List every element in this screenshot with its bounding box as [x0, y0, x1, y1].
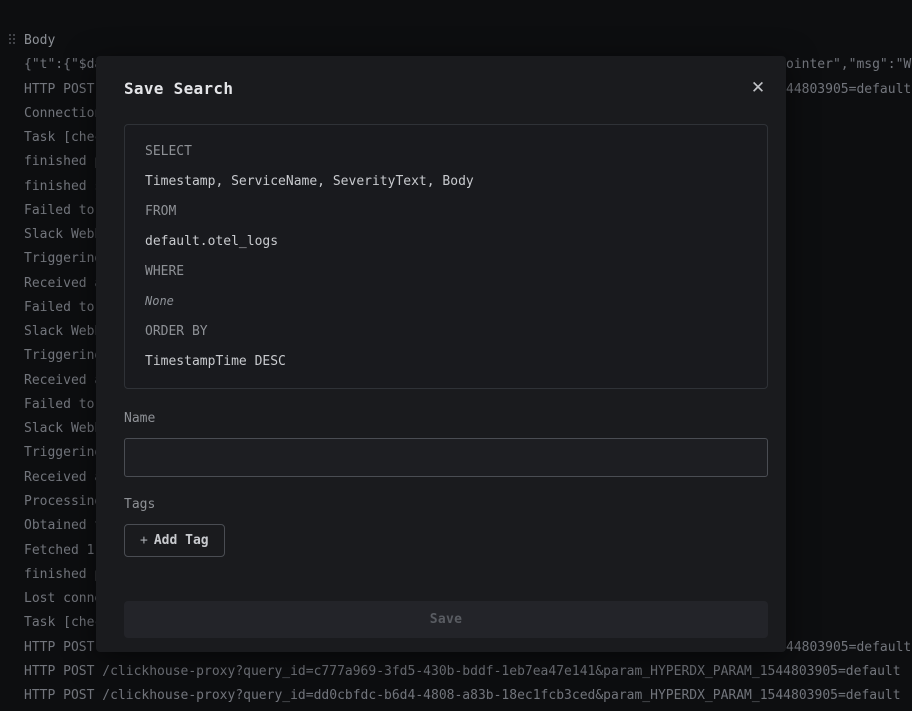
log-row[interactable]: HTTP POST /clickhouse-proxy?query_id=c77… — [0, 664, 912, 679]
log-row-text: HTTP POST — [24, 82, 102, 97]
add-tag-label: Add Tag — [154, 533, 209, 548]
save-button[interactable]: Save — [124, 601, 768, 638]
log-row-text: Received a — [24, 276, 102, 291]
log-row-text: Obtained t — [24, 518, 102, 533]
log-row-text: Failed to — [24, 203, 102, 218]
log-row-text: Received a — [24, 373, 102, 388]
log-row-text: Connection — [24, 106, 102, 121]
log-row-text-continued: ointer","msg":"W — [786, 57, 911, 72]
query-clause-value: TimestampTime DESC — [145, 355, 747, 368]
query-preview: SELECT Timestamp, ServiceName, SeverityTe… — [124, 124, 768, 389]
query-clause-value: Timestamp, ServiceName, SeverityText, Bo… — [145, 175, 747, 188]
log-row-text: Triggering — [24, 348, 102, 363]
query-clause-label: SELECT — [145, 145, 747, 158]
log-row-text: HTTP POST /clickhouse-proxy?query_id=dd0… — [24, 688, 901, 703]
query-clause-value: None — [145, 295, 747, 308]
log-row-text: Task [chec — [24, 130, 102, 145]
log-row-text: finished p — [24, 154, 102, 169]
name-label: Name — [124, 412, 155, 426]
log-row-text: Slack Webh — [24, 227, 102, 242]
log-row-text: HTTP POST /clickhouse-proxy?query_id=c77… — [24, 664, 901, 679]
log-row-text: Failed to — [24, 397, 102, 412]
plus-icon: + — [140, 533, 148, 548]
modal-title: Save Search — [124, 79, 233, 98]
log-row-text: Slack Webh — [24, 324, 102, 339]
log-row-text-continued: 44803905=default — [786, 640, 911, 655]
log-row-text: Triggering — [24, 445, 102, 460]
log-row-text: HTTP POST — [24, 640, 102, 655]
tags-label: Tags — [124, 498, 155, 512]
log-row-text-continued: 44803905=default — [786, 82, 911, 97]
add-tag-button[interactable]: + Add Tag — [124, 524, 225, 557]
log-row-text: finished s — [24, 179, 102, 194]
log-row-text: Processing — [24, 494, 102, 509]
query-clause-value: default.otel_logs — [145, 235, 747, 248]
query-clause-label: FROM — [145, 205, 747, 218]
log-row-text: finished p — [24, 567, 102, 582]
log-row-text: Lost conne — [24, 591, 102, 606]
save-search-modal: Save Search ✕ SELECT Timestamp, ServiceNa… — [96, 56, 786, 652]
name-input[interactable] — [124, 438, 768, 477]
close-icon[interactable]: ✕ — [742, 72, 774, 104]
log-row-text: Slack Webh — [24, 421, 102, 436]
log-row-text: Failed to — [24, 300, 102, 315]
log-row-text: Fetched 1 — [24, 543, 102, 558]
query-clause-label: ORDER BY — [145, 325, 747, 338]
log-row-text: Task [chec — [24, 615, 102, 630]
log-search-page: Body {"t":{"$daointer","msg":"WHTTP POST… — [0, 0, 912, 711]
log-row[interactable]: HTTP POST /clickhouse-proxy?query_id=dd0… — [0, 688, 912, 703]
log-row-text: Triggering — [24, 251, 102, 266]
log-row-text: Received a — [24, 470, 102, 485]
log-row-text: {"t":{"$da — [24, 57, 102, 72]
query-clause-label: WHERE — [145, 265, 747, 278]
